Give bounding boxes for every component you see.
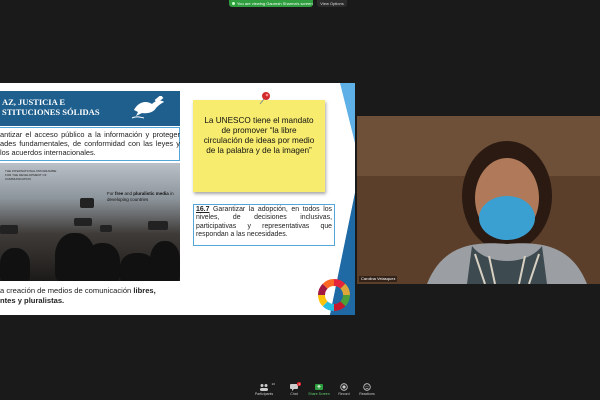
journalists-photo: THE INTERNATIONAL PROGRAMME FOR THE DEVE… — [0, 163, 180, 281]
record-icon — [340, 383, 348, 391]
reactions-label: Reactions — [359, 392, 375, 396]
sticky-note-text: La UNESCO tiene el mandato de promover “… — [203, 116, 315, 155]
sdg16-banner: AZ, JUSTICIA E STITUCIONES SÓLIDAS — [0, 91, 180, 126]
camera-icon — [148, 221, 168, 230]
share-screen-icon — [315, 384, 323, 390]
sticky-note: La UNESCO tiene el mandato de promover “… — [193, 100, 325, 192]
meeting-top-bar: You are viewing Gauresh Sharma's screen … — [0, 0, 600, 8]
view-options-button[interactable]: View Options — [317, 0, 347, 7]
shared-slide: AZ, JUSTICIA E STITUCIONES SÓLIDAS antiz… — [0, 83, 355, 315]
chat-badge: 1 — [297, 382, 301, 386]
camera-icon — [100, 225, 112, 232]
share-notice-text: You are viewing Gauresh Sharma's screen — [237, 1, 313, 6]
chat-button[interactable]: Chat 1 — [280, 382, 308, 396]
crowd-figure — [85, 243, 120, 281]
photo-label-mid: and — [123, 191, 134, 196]
ipdc-caption: THE INTERNATIONAL PROGRAMME FOR THE DEVE… — [5, 169, 65, 181]
dove-gavel-icon — [131, 96, 164, 119]
meeting-toolbar: Participants 20 Chat 1 Share Screen Reco… — [0, 380, 600, 400]
participants-count: 20 — [271, 382, 275, 386]
photo-label-pre: For — [107, 191, 116, 196]
banner-title-line2: STITUCIONES SÓLIDAS — [2, 107, 100, 117]
photo-label-pluralistic: pluralistic media — [133, 191, 169, 196]
camera-icon — [0, 225, 18, 234]
chat-label: Chat — [290, 392, 298, 396]
bottom-text-pre: a creación de medios de comunicación — [0, 286, 134, 295]
target-description: Garantizar la adopción, en todos los niv… — [196, 206, 332, 239]
crowd-figure — [0, 248, 30, 281]
share-screen-button[interactable]: Share Screen — [305, 383, 333, 396]
bottom-text-pluralistas: ntes y pluralistas. — [0, 296, 65, 305]
screen-share-notice[interactable]: You are viewing Gauresh Sharma's screen — [229, 0, 313, 7]
banner-title: AZ, JUSTICIA E STITUCIONES SÓLIDAS — [2, 97, 122, 117]
bottom-text: a creación de medios de comunicación lib… — [0, 286, 180, 306]
goal-text: antizar el acceso público a la informaci… — [0, 130, 180, 157]
photo-media-label: For free and pluralistic media in develo… — [107, 191, 177, 203]
record-label: Record — [338, 392, 350, 396]
share-status-dot-icon — [232, 2, 235, 6]
participant-video-frame — [357, 116, 600, 284]
participants-label: Participants — [254, 392, 274, 396]
camera-icon — [80, 198, 94, 208]
camera-icon — [74, 218, 92, 226]
share-screen-label: Share Screen — [308, 392, 330, 396]
crowd-figure — [150, 241, 180, 281]
participant-name-label: Carolina Velasquez — [359, 276, 398, 282]
reactions-icon — [363, 383, 371, 391]
pushpin-icon — [259, 92, 270, 105]
target-number: 16.7 — [196, 206, 210, 213]
target-16-7-text: 16.7 Garantizar la adopción, en todos lo… — [196, 206, 332, 240]
participant-video[interactable]: Carolina Velasquez — [357, 116, 600, 284]
participants-button[interactable]: Participants 20 — [250, 382, 278, 396]
participants-icon — [260, 384, 268, 391]
bottom-text-libres: libres, — [133, 286, 156, 295]
banner-title-line1: AZ, JUSTICIA E — [2, 97, 66, 107]
ipdc-caption-line2: FOR THE DEVELOPMENT OF COMMUNICATION — [5, 173, 47, 181]
sdg-wheel-icon — [318, 279, 350, 311]
reactions-button[interactable]: Reactions — [353, 383, 381, 396]
